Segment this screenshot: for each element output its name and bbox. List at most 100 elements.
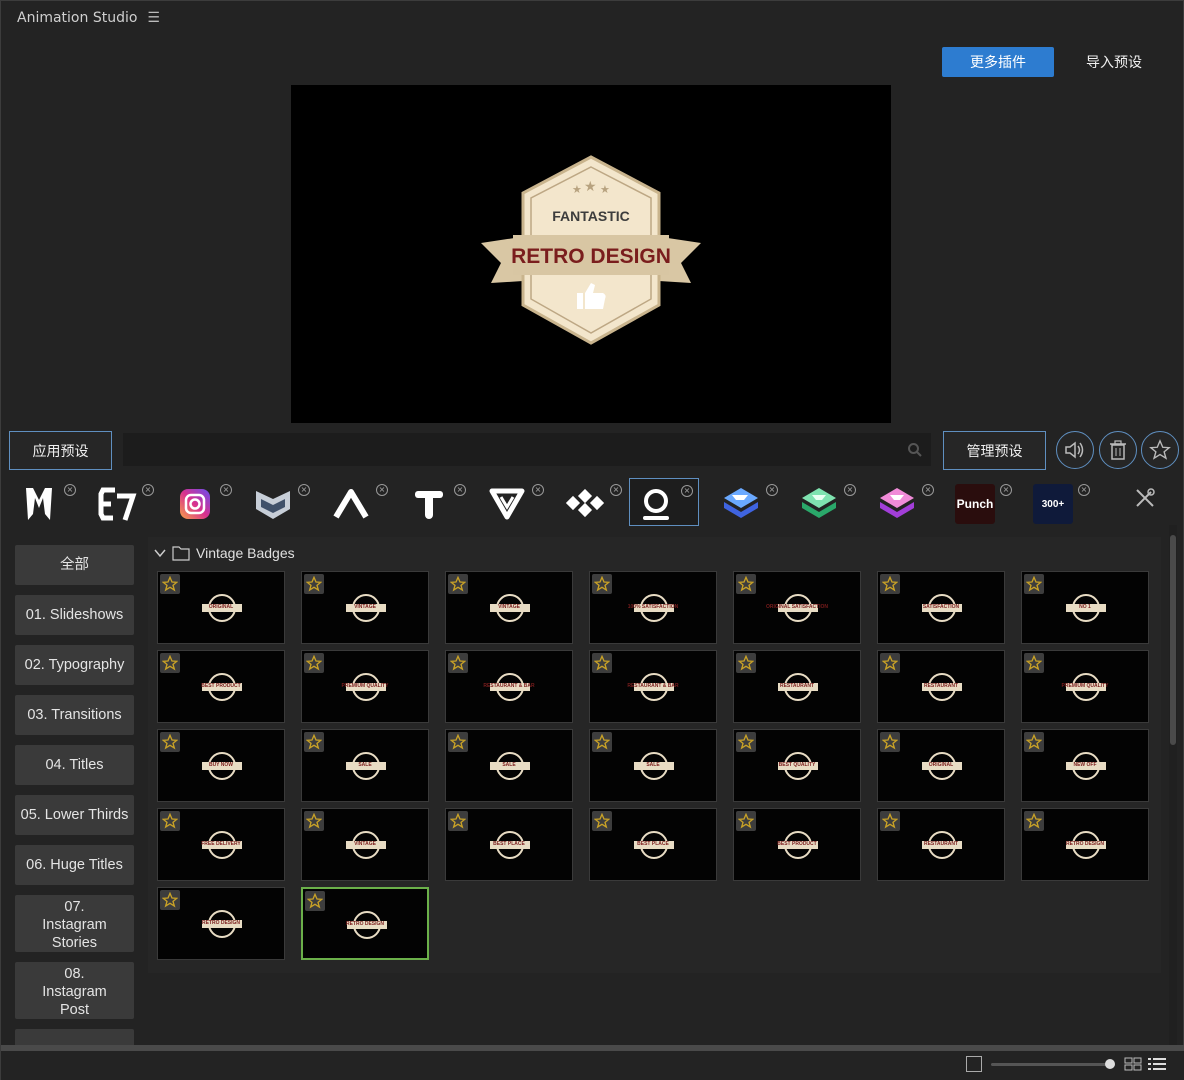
sound-button[interactable] xyxy=(1056,431,1094,469)
preset-thumbnail[interactable]: SALE xyxy=(301,729,429,802)
plugin-green-layers[interactable]: × xyxy=(793,478,865,526)
preset-thumbnail[interactable]: SALE xyxy=(589,729,717,802)
delete-button[interactable] xyxy=(1099,431,1137,469)
favorite-star-icon[interactable] xyxy=(160,732,180,752)
favorite-star-icon[interactable] xyxy=(160,653,180,673)
preset-thumbnail[interactable]: BEST PRODUCT xyxy=(733,808,861,881)
folder-header[interactable]: Vintage Badges xyxy=(154,545,295,561)
remove-plugin-icon[interactable]: × xyxy=(1000,484,1012,496)
preset-thumbnail[interactable]: ORIGINAL xyxy=(877,729,1005,802)
category-lower-thirds[interactable]: 05. Lower Thirds xyxy=(15,795,134,835)
preset-thumbnail[interactable]: RETRO DESIGN xyxy=(1021,808,1149,881)
preset-thumbnail[interactable]: SATISFACTION xyxy=(877,571,1005,644)
favorite-star-icon[interactable] xyxy=(736,574,756,594)
favorite-star-icon[interactable] xyxy=(592,653,612,673)
preset-thumbnail[interactable]: ORIGINAL SATISFACTION xyxy=(733,571,861,644)
remove-plugin-icon[interactable]: × xyxy=(1078,484,1090,496)
plugin-blue-layers[interactable]: × xyxy=(715,478,787,526)
plugin-punch[interactable]: Punch × xyxy=(949,478,1021,526)
plugin-instagram[interactable]: × xyxy=(169,478,241,526)
favorite-star-icon[interactable] xyxy=(880,811,900,831)
preset-thumbnail[interactable]: 100% SATISFACTION xyxy=(589,571,717,644)
favorite-star-icon[interactable] xyxy=(880,732,900,752)
favorite-star-icon[interactable] xyxy=(448,811,468,831)
favorite-star-icon[interactable] xyxy=(305,891,325,911)
favorite-star-icon[interactable] xyxy=(304,732,324,752)
favorite-star-icon[interactable] xyxy=(160,574,180,594)
slider-knob[interactable] xyxy=(1105,1059,1115,1069)
preset-thumbnail[interactable]: BEST PRODUCT xyxy=(157,650,285,723)
favorite-star-icon[interactable] xyxy=(736,811,756,831)
favorite-star-icon[interactable] xyxy=(448,574,468,594)
plugin-nodes[interactable]: × xyxy=(559,478,631,526)
plugin-e7[interactable]: × xyxy=(91,478,163,526)
preset-thumbnail[interactable]: PREMIUM QUALITY xyxy=(301,650,429,723)
preset-thumbnail[interactable]: BUY NOW xyxy=(157,729,285,802)
favorite-button[interactable] xyxy=(1141,431,1179,469)
plugin-a[interactable]: × xyxy=(325,478,397,526)
hamburger-menu-icon[interactable]: ☰ xyxy=(147,10,160,26)
preset-thumbnail[interactable]: VINTAGE xyxy=(301,571,429,644)
remove-plugin-icon[interactable]: × xyxy=(220,484,232,496)
preset-thumbnail[interactable]: RESTAURANT xyxy=(877,808,1005,881)
favorite-star-icon[interactable] xyxy=(304,811,324,831)
category-instagram-post[interactable]: 08. Instagram Post xyxy=(15,962,134,1019)
fit-view-icon[interactable] xyxy=(966,1056,982,1072)
category-slideshows[interactable]: 01. Slideshows xyxy=(15,595,134,635)
favorite-star-icon[interactable] xyxy=(1024,732,1044,752)
favorite-star-icon[interactable] xyxy=(1024,653,1044,673)
favorite-star-icon[interactable] xyxy=(1024,574,1044,594)
favorite-star-icon[interactable] xyxy=(1024,811,1044,831)
import-preset-button[interactable]: 导入预设 xyxy=(1071,47,1157,77)
category-more[interactable] xyxy=(15,1029,134,1045)
favorite-star-icon[interactable] xyxy=(304,574,324,594)
preset-thumbnail[interactable]: BEST PLACE xyxy=(445,808,573,881)
category-transitions[interactable]: 03. Transitions xyxy=(15,695,134,735)
preset-thumbnail[interactable]: VINTAGE xyxy=(445,571,573,644)
remove-plugin-icon[interactable]: × xyxy=(142,484,154,496)
preset-thumbnail[interactable]: ORIGINAL xyxy=(157,571,285,644)
preset-thumbnail[interactable]: RESTAURANT & BAR xyxy=(445,650,573,723)
plugin-q[interactable]: × xyxy=(629,478,699,526)
apply-preset-button[interactable]: 应用预设 xyxy=(9,431,112,470)
search-input[interactable] xyxy=(123,433,931,466)
remove-plugin-icon[interactable]: × xyxy=(766,484,778,496)
vertical-scrollbar[interactable] xyxy=(1169,525,1177,1045)
category-instagram-stories[interactable]: 07. Instagram Stories xyxy=(15,895,134,952)
remove-plugin-icon[interactable]: × xyxy=(454,484,466,496)
preset-thumbnail[interactable]: RETRO DESIGN xyxy=(157,887,285,960)
chevron-down-icon[interactable] xyxy=(154,548,166,558)
favorite-star-icon[interactable] xyxy=(448,653,468,673)
plugin-v[interactable]: × xyxy=(481,478,553,526)
preset-thumbnail[interactable]: VINTAGE xyxy=(301,808,429,881)
category-typography[interactable]: 02. Typography xyxy=(15,645,134,685)
category-all[interactable]: 全部 xyxy=(15,545,134,585)
favorite-star-icon[interactable] xyxy=(160,811,180,831)
favorite-star-icon[interactable] xyxy=(736,653,756,673)
manage-presets-button[interactable]: 管理预设 xyxy=(943,431,1046,470)
plugin-chevron[interactable]: × xyxy=(247,478,319,526)
preset-thumbnail[interactable]: BEST PLACE xyxy=(589,808,717,881)
favorite-star-icon[interactable] xyxy=(448,732,468,752)
grid-view-icon[interactable] xyxy=(1124,1057,1142,1071)
more-plugins-button[interactable]: 更多插件 xyxy=(942,47,1054,77)
remove-plugin-icon[interactable]: × xyxy=(64,484,76,496)
remove-plugin-icon[interactable]: × xyxy=(298,484,310,496)
remove-plugin-icon[interactable]: × xyxy=(922,484,934,496)
preset-thumbnail[interactable]: RESTAURANT xyxy=(733,650,861,723)
favorite-star-icon[interactable] xyxy=(592,811,612,831)
favorite-star-icon[interactable] xyxy=(592,732,612,752)
favorite-star-icon[interactable] xyxy=(880,574,900,594)
preset-thumbnail[interactable]: RETRO DESIGN xyxy=(301,887,429,960)
preset-thumbnail[interactable]: PREMIUM QUALITY xyxy=(1021,650,1149,723)
preset-thumbnail[interactable]: RESTAURANT & BAR xyxy=(589,650,717,723)
plugin-pink-layers[interactable]: × xyxy=(871,478,943,526)
category-huge-titles[interactable]: 06. Huge Titles xyxy=(15,845,134,885)
favorite-star-icon[interactable] xyxy=(160,890,180,910)
tools-icon[interactable] xyxy=(1134,487,1156,509)
remove-plugin-icon[interactable]: × xyxy=(532,484,544,496)
preset-thumbnail[interactable]: BEST QUALITY xyxy=(733,729,861,802)
preset-thumbnail[interactable]: FREE DELIVERY xyxy=(157,808,285,881)
remove-plugin-icon[interactable]: × xyxy=(376,484,388,496)
remove-plugin-icon[interactable]: × xyxy=(844,484,856,496)
